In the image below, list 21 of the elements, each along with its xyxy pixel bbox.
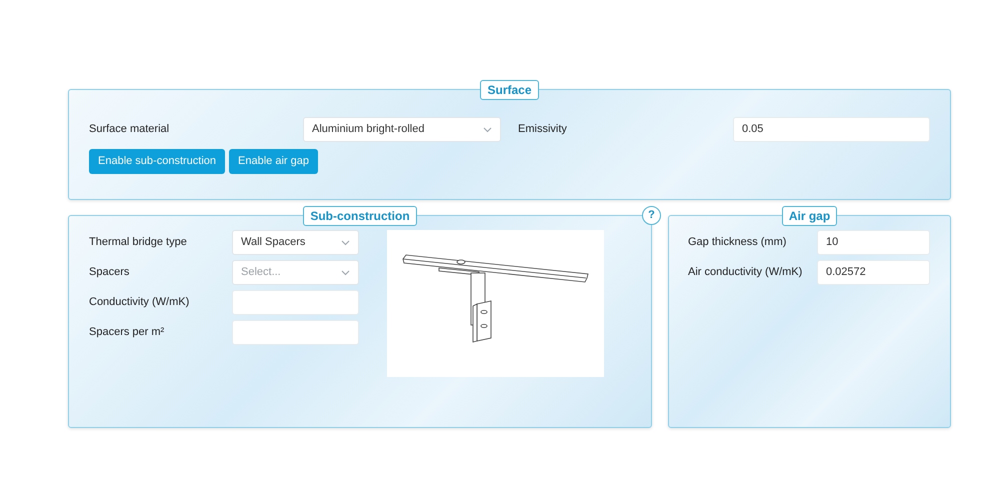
panel-title: Air gap [782,206,838,226]
input-field[interactable]: 0.05 [733,117,930,142]
select-field[interactable]: Wall Spacers [232,230,359,255]
input-field[interactable] [232,290,359,315]
field-label: Thermal bridge type [89,235,188,250]
field-label: Spacers [89,265,130,280]
input-field[interactable]: 10 [817,230,930,255]
field-label: Conductivity (W/mK) [89,295,190,310]
field-label: Spacers per m² [89,325,166,340]
chevron-down-icon [341,240,350,246]
field-label: Gap thickness (mm) [688,235,788,250]
chevron-down-icon [341,270,350,276]
panel-title: Surface [480,80,539,100]
select-field[interactable]: Aluminium bright-rolled [303,117,501,142]
chevron-down-icon [483,126,492,132]
field-label: Air conductivity (W/mK) [688,265,804,280]
field-label: Emissivity [518,122,568,138]
input-field[interactable] [232,320,359,345]
panel-title: Sub-construction [303,206,417,226]
input-field[interactable]: 0.02572 [817,260,930,285]
field-label: Surface material [89,122,170,138]
